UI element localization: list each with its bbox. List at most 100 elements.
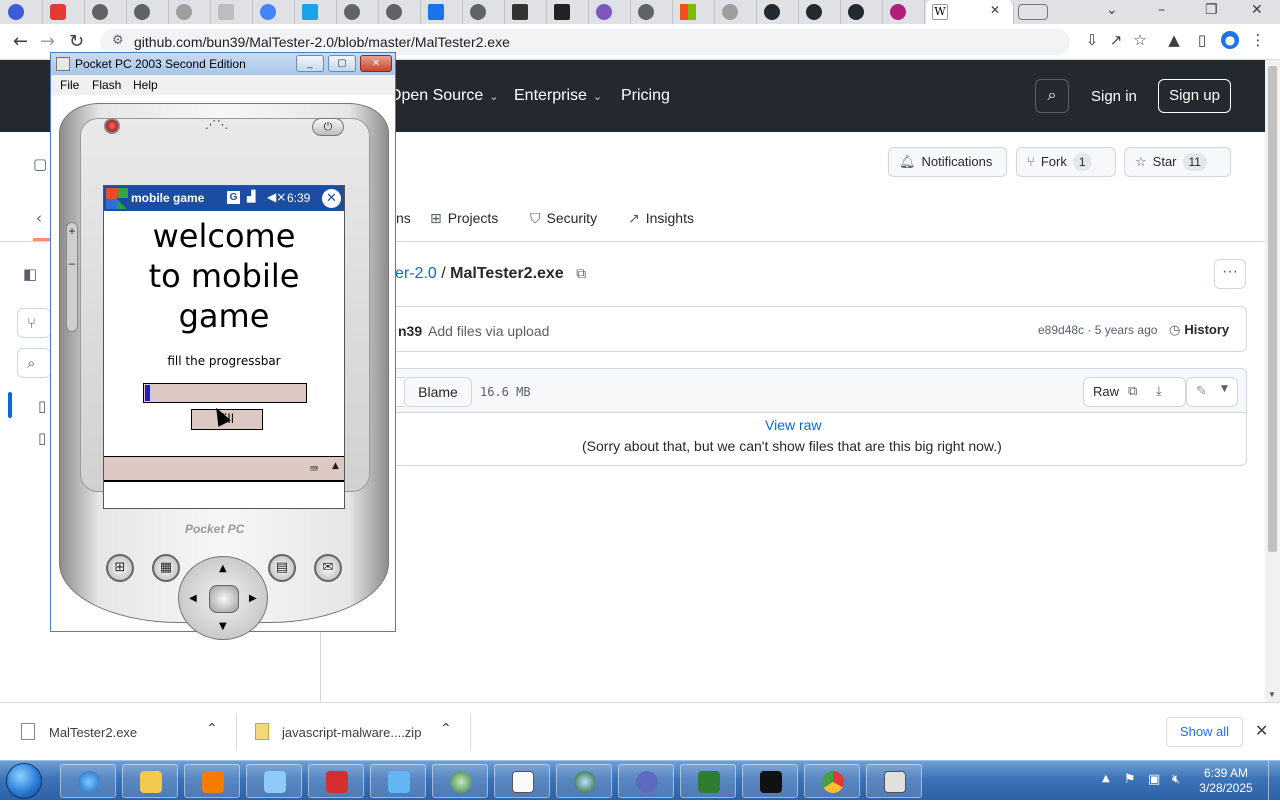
taskbar-computer[interactable]	[246, 764, 302, 798]
dpad-right-icon[interactable]: ▶	[249, 593, 257, 604]
file-search-button[interactable]: ⌕	[17, 348, 51, 378]
tab-actions[interactable]: ns	[396, 210, 411, 226]
ppc-time[interactable]: 6:39	[287, 191, 310, 205]
taskbar-cmd[interactable]	[742, 764, 798, 798]
page-scrollbar[interactable]: ▼	[1265, 60, 1280, 702]
browser-tab[interactable]	[548, 0, 589, 24]
download-item-maltester[interactable]: MalTester2.exe	[49, 725, 137, 740]
menu-help[interactable]: Help	[133, 78, 158, 92]
browser-tab[interactable]	[716, 0, 757, 24]
extension-icon[interactable]: ▲	[1165, 31, 1183, 49]
menu-flash[interactable]: Flash	[92, 78, 121, 92]
close-icon[interactable]: ✕	[1255, 721, 1268, 740]
taskbar-terminal-green[interactable]	[680, 764, 736, 798]
site-info-icon[interactable]: ⚙	[112, 33, 124, 48]
blame-button[interactable]: Blame	[404, 377, 472, 407]
chevron-up-icon[interactable]: ⌃	[440, 721, 452, 737]
commit-author[interactable]: n39	[398, 323, 422, 339]
browser-tab[interactable]	[758, 0, 799, 24]
browser-tab[interactable]	[86, 0, 127, 24]
tab-security[interactable]: ⛉ Security	[530, 210, 597, 227]
commit-message[interactable]: Add files via upload	[428, 323, 549, 339]
volume-rocker[interactable]: + –	[66, 222, 78, 332]
network-tray-icon[interactable]: ▣	[1148, 772, 1160, 787]
volume-muted-icon[interactable]: 🔇︎	[1172, 772, 1180, 787]
browser-tab[interactable]	[464, 0, 505, 24]
power-icon[interactable]: ⏻	[312, 118, 344, 136]
install-icon[interactable]: ⇩	[1083, 31, 1101, 49]
close-button[interactable]: ✕	[360, 55, 392, 72]
restore-icon[interactable]: ❐	[1205, 2, 1218, 18]
reload-icon[interactable]: ↻	[69, 31, 84, 52]
breadcrumb-repo-link[interactable]: er-2.0	[395, 265, 437, 282]
show-all-button[interactable]: Show all	[1166, 717, 1243, 747]
emulator-titlebar[interactable]: Pocket PC 2003 Second Edition _ ▢ ✕	[51, 53, 395, 75]
browser-tab[interactable]	[380, 0, 421, 24]
copy-path-icon[interactable]: ⧉	[576, 266, 586, 282]
scrollbar-thumb[interactable]	[1268, 66, 1277, 552]
maximize-button[interactable]: ▢	[328, 55, 356, 72]
taskbar-explorer[interactable]	[122, 764, 178, 798]
browser-tab[interactable]	[842, 0, 883, 24]
browser-tab[interactable]	[44, 0, 85, 24]
view-raw-link[interactable]: View raw	[765, 417, 822, 433]
taskbar-globe[interactable]	[432, 764, 488, 798]
windows-start-icon[interactable]	[106, 188, 128, 209]
history-button[interactable]: ◷ History	[1169, 322, 1229, 338]
browser-tab[interactable]	[632, 0, 673, 24]
taskbar-chrome[interactable]	[804, 764, 860, 798]
browser-tab[interactable]	[506, 0, 547, 24]
tab-insights[interactable]: ↗ Insights	[628, 210, 694, 227]
start-button[interactable]	[6, 763, 42, 799]
calendar-hardware-button[interactable]: ▦	[152, 554, 180, 582]
download-item-zip[interactable]: javascript-malware....zip	[282, 725, 421, 740]
dpad-left-icon[interactable]: ◀	[189, 593, 197, 604]
speaker-muted-icon[interactable]: ◀×	[267, 190, 286, 204]
browser-tab[interactable]	[296, 0, 337, 24]
taskbar-media[interactable]	[184, 764, 240, 798]
taskbar-network[interactable]	[370, 764, 426, 798]
close-app-icon[interactable]: ✕	[322, 189, 341, 208]
dpad[interactable]: ▲ ▼ ◀ ▶	[178, 556, 268, 640]
collapse-panel-icon[interactable]: ◧	[23, 265, 43, 285]
commit-meta[interactable]: e89d48c · 5 years ago	[1038, 323, 1157, 337]
taskbar-app[interactable]	[618, 764, 674, 798]
browser-tab[interactable]	[800, 0, 841, 24]
chevron-down-icon[interactable]: ▼	[1221, 384, 1228, 394]
window-close-icon[interactable]: ✕	[1251, 2, 1263, 18]
record-button[interactable]	[104, 118, 120, 134]
minimize-button[interactable]: _	[296, 55, 324, 72]
tab-projects[interactable]: ⊞ Projects	[430, 210, 498, 227]
browser-tab[interactable]	[338, 0, 379, 24]
browser-tab[interactable]	[422, 0, 463, 24]
browser-tab[interactable]	[884, 0, 925, 24]
dpad-down-icon[interactable]: ▼	[219, 621, 227, 632]
new-tab-button[interactable]	[1018, 4, 1048, 20]
tab-search-icon[interactable]: ⌄	[1106, 2, 1118, 18]
input-menu-arrow-icon[interactable]: ▲	[332, 461, 339, 471]
fork-button[interactable]: ⑂ Fork 1	[1016, 147, 1116, 177]
signal-icon[interactable]: ▟	[247, 190, 255, 203]
branch-button[interactable]: ⑂	[17, 308, 51, 338]
taskbar-emulator[interactable]	[866, 764, 922, 798]
pencil-icon[interactable]: ✎	[1196, 384, 1207, 399]
sign-up-button[interactable]: Sign up	[1158, 79, 1231, 113]
inbox-hardware-button[interactable]: ✉	[314, 554, 342, 582]
url-text[interactable]: github.com/bun39/MalTester-2.0/blob/mast…	[134, 34, 510, 50]
show-desktop-button[interactable]	[1268, 761, 1280, 801]
gprs-icon[interactable]: G	[227, 191, 240, 204]
star-button[interactable]: ☆ Star 11	[1124, 147, 1231, 177]
scroll-down-icon[interactable]: ▼	[1268, 690, 1276, 699]
share-icon[interactable]: ↗	[1107, 31, 1125, 49]
nav-pricing[interactable]: Pricing	[621, 87, 670, 105]
keyboard-icon[interactable]: ⌨	[310, 462, 318, 477]
contacts-hardware-button[interactable]: ▤	[268, 554, 296, 582]
browser-tab[interactable]	[674, 0, 715, 24]
profile-avatar-icon[interactable]: ●	[1221, 31, 1239, 49]
copy-icon[interactable]: ⧉	[1128, 384, 1137, 399]
back-icon[interactable]: ←	[13, 31, 28, 52]
browser-tab[interactable]	[170, 0, 211, 24]
browser-tab[interactable]	[212, 0, 253, 24]
minimize-icon[interactable]: –	[1158, 2, 1165, 18]
menu-icon[interactable]: ⋮	[1249, 31, 1267, 49]
